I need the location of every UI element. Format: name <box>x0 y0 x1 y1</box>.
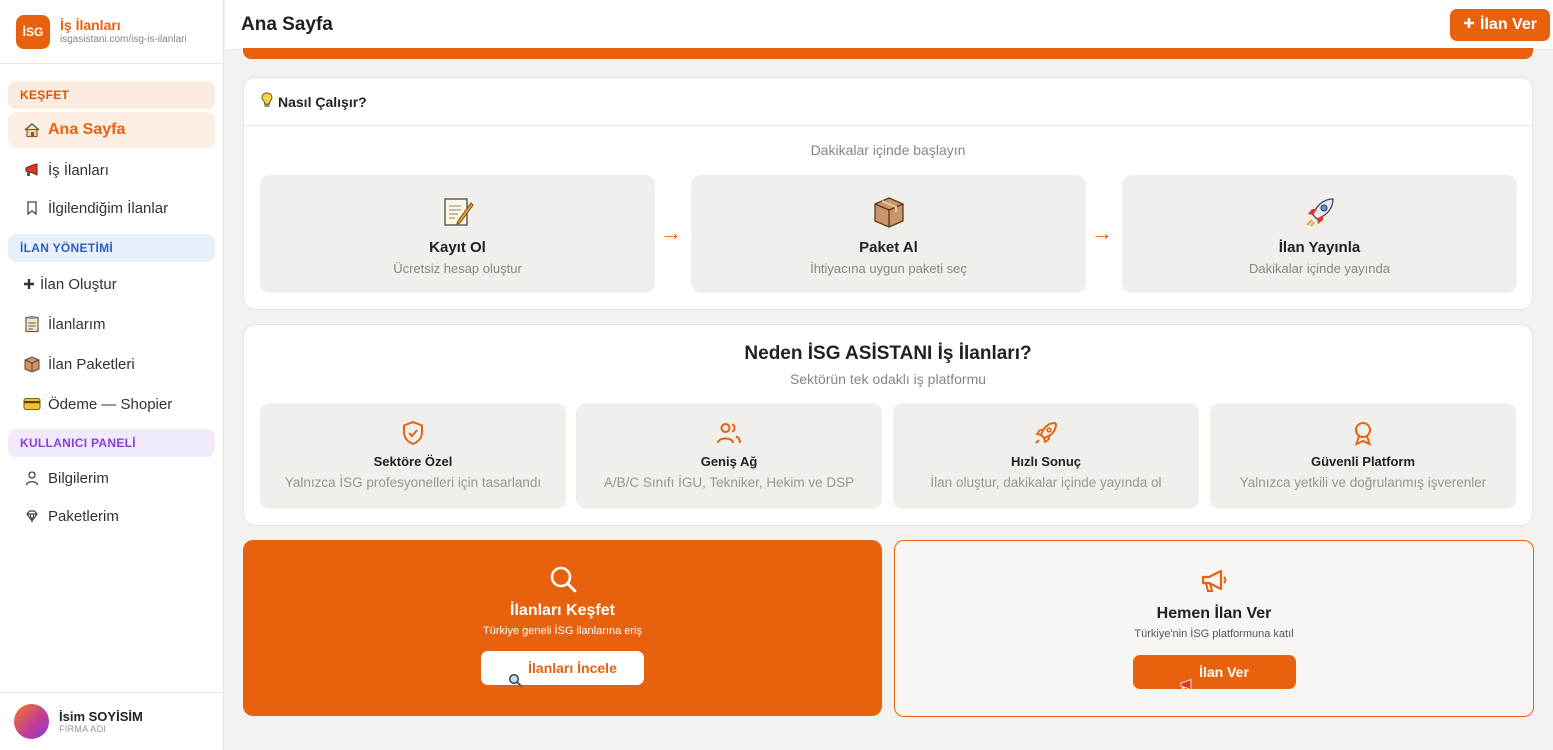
step-desc: Ücretsiz hesap oluştur <box>393 261 522 276</box>
sidebar-item-label: Ana Sayfa <box>48 121 126 138</box>
sidebar-item-label: Paketlerim <box>48 507 119 525</box>
step-desc: İhtiyacına uygun paketi seç <box>810 261 967 276</box>
page-title: Ana Sayfa <box>241 14 333 35</box>
hero-banner-edge <box>243 48 1533 59</box>
user-icon <box>22 468 42 488</box>
sidebar-item-label: İlan Paketleri <box>48 355 135 373</box>
section-label-kesfet: KEŞFET <box>8 81 215 109</box>
post-job-button-label: İlan Ver <box>1480 16 1537 33</box>
feature-card-guvenli-platform: Güvenli Platform Yalnızca yetkili ve doğ… <box>1210 403 1516 509</box>
sidebar-item-ilan-olustur[interactable]: İlan Oluştur <box>8 266 215 302</box>
step-title: Kayıt Ol <box>429 239 486 256</box>
how-it-works-card: Nasıl Çalışır? Dakikalar içinde başlayın… <box>243 77 1533 310</box>
sidebar-item-ilanlarim[interactable]: İlanlarım <box>8 306 215 342</box>
credit-card-icon <box>22 394 42 414</box>
sidebar-item-is-ilanlari[interactable]: İş İlanları <box>8 152 215 188</box>
sidebar-item-label: Bilgilerim <box>48 469 109 487</box>
diamond-icon <box>22 506 42 526</box>
plus-icon <box>22 274 36 294</box>
arrow-right-icon: → <box>660 220 682 245</box>
feature-desc: İlan oluştur, dakikalar içinde yayında o… <box>930 475 1162 490</box>
clipboard-icon <box>22 314 42 334</box>
sidebar: İSG İş İlanları isgasistani.com/isg-is-i… <box>0 0 224 750</box>
user-company: FİRMA ADI <box>59 724 107 734</box>
post-job-cta-label: İlan Ver <box>1199 664 1249 680</box>
user-profile[interactable]: İsim SOYİSİM FİRMA ADI <box>0 692 224 750</box>
sidebar-item-label: İlgilendiğim İlanlar <box>48 199 169 217</box>
step-card-paket: Paket Al İhtiyacına uygun paketi seç <box>691 175 1086 293</box>
brand-url: isgasistani.com/isg-is-ilanlari <box>60 34 187 45</box>
sidebar-item-bilgilerim[interactable]: Bilgilerim <box>8 460 215 496</box>
step-title: İlan Yayınla <box>1278 239 1361 256</box>
step-card-yayinla: İlan Yayınla Dakikalar içinde yayında <box>1122 175 1517 293</box>
house-icon <box>22 120 42 140</box>
package-icon <box>872 195 906 229</box>
top-bar: Ana Sayfa İlan Ver <box>225 0 1553 50</box>
post-job-button[interactable]: İlan Ver <box>1450 9 1550 41</box>
light-bulb-icon <box>260 92 274 111</box>
megaphone-icon <box>22 160 42 180</box>
bookmark-icon <box>22 198 42 218</box>
sidebar-item-paketlerim[interactable]: Paketlerim <box>8 498 215 534</box>
sidebar-item-ilgilendigim[interactable]: İlgilendiğim İlanlar <box>8 190 215 226</box>
post-job-card: Hemen İlan Ver Türkiye'nin İSG platformu… <box>894 540 1534 717</box>
explore-desc: Türkiye geneli İSG ilanlarına eriş <box>483 625 642 637</box>
rocket-icon <box>1303 195 1337 229</box>
sidebar-item-label: İş İlanları <box>48 161 109 179</box>
arrow-right-icon: → <box>1091 220 1113 245</box>
users-icon <box>717 423 741 444</box>
browse-jobs-button[interactable]: İlanları İncele <box>481 649 644 688</box>
user-name: İsim SOYİSİM <box>59 709 143 724</box>
step-desc: Dakikalar içinde yayında <box>1249 261 1390 276</box>
feature-desc: Yalnızca yetkili ve doğrulanmış işverenl… <box>1239 475 1487 490</box>
how-subtitle: Dakikalar içinde başlayın <box>810 142 966 158</box>
feature-title: Sektöre Özel <box>373 454 453 469</box>
megaphone-icon <box>1179 652 1194 692</box>
feature-card-genis-ag: Geniş Ağ A/B/C Sınıfı İGU, Tekniker, Hek… <box>576 403 882 509</box>
brand[interactable]: İSG İş İlanları isgasistani.com/isg-is-i… <box>0 0 223 64</box>
feature-desc: Yalnızca İSG profesyonelleri için tasarl… <box>284 475 542 490</box>
why-subtitle: Sektörün tek odaklı iş platformu <box>789 371 987 387</box>
brand-title: İş İlanları <box>60 17 121 33</box>
post-job-title: Hemen İlan Ver <box>1156 605 1272 622</box>
feature-title: Güvenli Platform <box>1310 454 1416 469</box>
plus-icon <box>1463 16 1475 34</box>
feature-desc: A/B/C Sınıfı İGU, Tekniker, Hekim ve DSP <box>603 475 855 490</box>
brand-logo: İSG <box>16 14 50 49</box>
post-job-cta-button[interactable]: İlan Ver <box>1132 652 1296 692</box>
sidebar-item-ana-sayfa[interactable]: Ana Sayfa <box>8 112 215 148</box>
why-card: Neden İSG ASİSTANI İş İlanları? Sektörün… <box>243 324 1533 526</box>
feature-title: Geniş Ağ <box>700 454 758 469</box>
step-card-kayit: Kayıt Ol Ücretsiz hesap oluştur <box>260 175 655 293</box>
post-job-desc: Türkiye'nin İSG platformuna katıl <box>1134 628 1294 640</box>
browse-jobs-label: İlanları İncele <box>528 660 617 676</box>
explore-title: İlanları Keşfet <box>510 602 615 619</box>
step-title: Paket Al <box>859 239 918 256</box>
feature-card-hizli-sonuc: Hızlı Sonuç İlan oluştur, dakikalar için… <box>893 403 1199 509</box>
sidebar-item-ilan-paketleri[interactable]: İlan Paketleri <box>8 346 215 382</box>
package-icon <box>22 354 42 374</box>
rocket-icon <box>1035 421 1058 444</box>
search-icon <box>550 566 576 593</box>
sidebar-item-label: İlanlarım <box>48 315 106 333</box>
section-label-ilan-yonetimi: İLAN YÖNETİMİ <box>8 234 215 262</box>
feature-title: Hızlı Sonuç <box>1010 454 1082 469</box>
avatar <box>14 704 49 739</box>
explore-jobs-card: İlanları Keşfet Türkiye geneli İSG ilanl… <box>243 540 882 716</box>
shield-check-icon <box>403 420 423 446</box>
feature-card-sektore-ozel: Sektöre Özel Yalnızca İSG profesyoneller… <box>260 403 566 509</box>
magnifier-icon <box>508 649 523 688</box>
sidebar-item-label: Ödeme — Shopier <box>48 395 173 413</box>
megaphone-icon <box>1201 569 1227 592</box>
sidebar-item-label: İlan Oluştur <box>40 275 117 293</box>
section-label-kullanici-paneli: KULLANICI PANELİ <box>8 429 215 457</box>
how-title: Nasıl Çalışır? <box>278 93 367 110</box>
sidebar-item-odeme[interactable]: Ödeme — Shopier <box>8 386 215 422</box>
award-icon <box>1354 422 1372 446</box>
why-title: Neden İSG ASİSTANI İş İlanları? <box>744 343 1032 364</box>
memo-icon <box>441 195 475 229</box>
